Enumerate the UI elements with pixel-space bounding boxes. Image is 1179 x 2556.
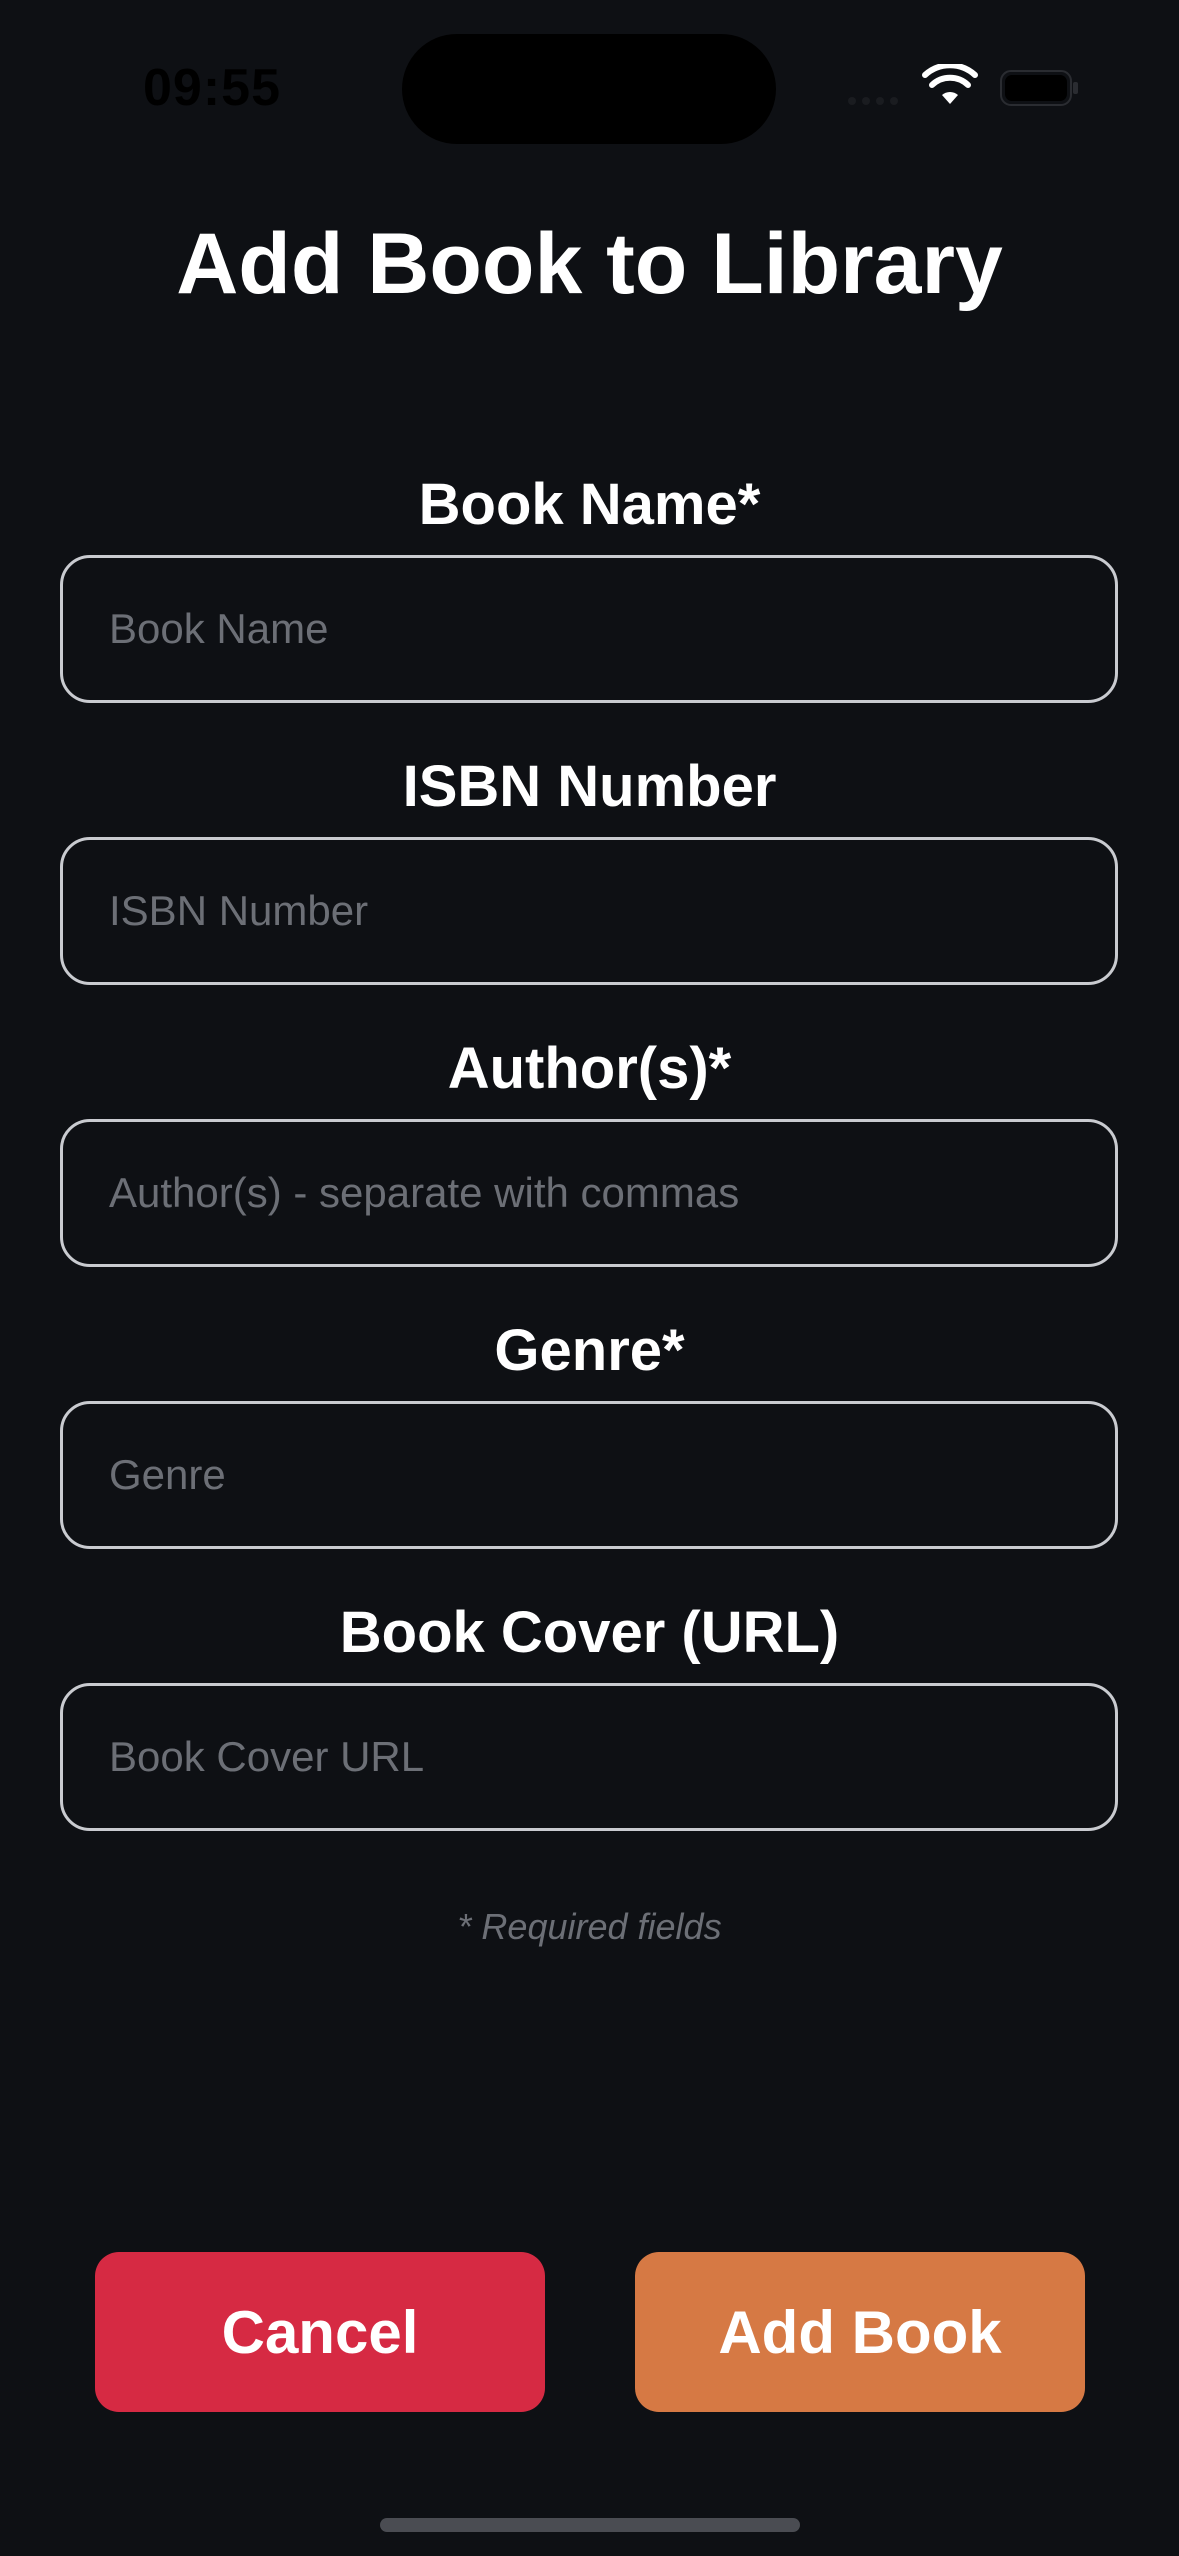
genre-label: Genre* bbox=[494, 1318, 685, 1383]
battery-icon bbox=[1000, 70, 1078, 106]
wifi-icon bbox=[922, 64, 978, 104]
authors-label: Author(s)* bbox=[447, 1036, 732, 1101]
page-title: Add Book to Library bbox=[176, 216, 1003, 312]
authors-input[interactable] bbox=[60, 1119, 1118, 1267]
signal-icon bbox=[848, 92, 908, 105]
book-cover-url-label: Book Cover (URL) bbox=[339, 1600, 840, 1665]
genre-input[interactable] bbox=[60, 1401, 1118, 1549]
required-fields-note: * Required fields bbox=[457, 1906, 722, 1947]
book-name-input[interactable] bbox=[60, 555, 1118, 703]
dynamic-island bbox=[402, 34, 776, 144]
isbn-number-label: ISBN Number bbox=[402, 754, 777, 819]
book-name-label: Book Name* bbox=[418, 472, 761, 537]
home-indicator bbox=[380, 2518, 800, 2532]
status-time: 09:55 bbox=[143, 59, 281, 117]
cancel-button[interactable]: Cancel bbox=[95, 2252, 545, 2412]
book-cover-url-input[interactable] bbox=[60, 1683, 1118, 1831]
isbn-number-input[interactable] bbox=[60, 837, 1118, 985]
add-book-button[interactable]: Add Book bbox=[635, 2252, 1085, 2412]
